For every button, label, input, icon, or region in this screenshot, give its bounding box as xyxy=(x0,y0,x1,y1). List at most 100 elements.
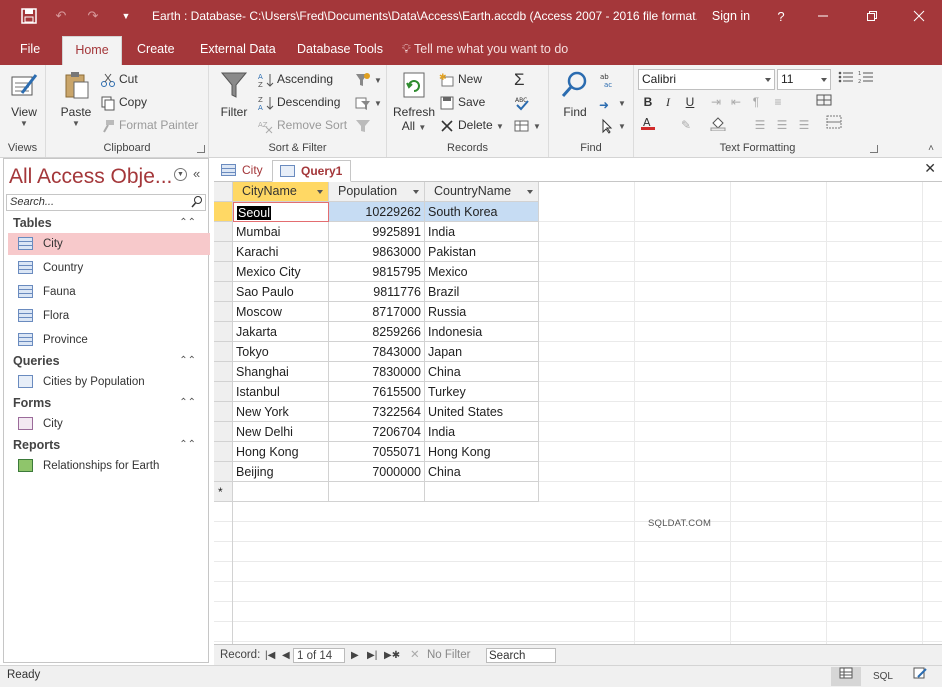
table-cell[interactable]: India xyxy=(425,422,539,442)
nav-search-input[interactable]: Search... xyxy=(6,194,206,211)
table-cell[interactable]: China xyxy=(425,362,539,382)
table-cell[interactable]: New Delhi xyxy=(233,422,329,442)
table-cell[interactable]: 7830000 xyxy=(329,362,425,382)
select-all-corner[interactable] xyxy=(214,182,233,202)
nav-item-table-country[interactable]: Country xyxy=(8,257,210,279)
table-cell[interactable]: Russia xyxy=(425,302,539,322)
table-cell[interactable]: Karachi xyxy=(233,242,329,262)
tab-home[interactable]: Home xyxy=(62,36,122,65)
table-cell[interactable]: Mexico City xyxy=(233,262,329,282)
tab-file[interactable]: File xyxy=(10,36,50,65)
new-record-nav-icon[interactable]: ▶✱ xyxy=(384,648,400,663)
record-selector[interactable] xyxy=(214,402,233,422)
table-cell[interactable]: 7615500 xyxy=(329,382,425,402)
align-left-icon[interactable]: ☰ xyxy=(750,115,770,135)
paste-button[interactable]: Paste ▼ xyxy=(56,69,96,128)
sign-in-link[interactable]: Sign in xyxy=(711,0,751,32)
redo-icon[interactable]: ↷ xyxy=(80,0,106,32)
cut-button[interactable]: Cut xyxy=(100,69,138,89)
table-cell[interactable]: Shanghai xyxy=(233,362,329,382)
table-cell[interactable]: 7206704 xyxy=(329,422,425,442)
table-cell[interactable]: 9815795 xyxy=(329,262,425,282)
table-cell[interactable]: 8259266 xyxy=(329,322,425,342)
bold-button[interactable]: B xyxy=(638,92,658,112)
tell-me-box[interactable]: 💡︎ Tell me what you want to do xyxy=(402,36,568,65)
nav-group-reports[interactable]: Reports ⌃⌃ xyxy=(4,435,208,455)
font-size-combo[interactable]: 11 xyxy=(777,69,831,90)
delete-record-button[interactable]: Delete ▼ xyxy=(439,115,504,135)
record-selector[interactable] xyxy=(214,462,233,482)
record-selector[interactable] xyxy=(214,342,233,362)
record-selector[interactable] xyxy=(214,382,233,402)
more-records-button[interactable]: ▼ xyxy=(514,115,541,135)
close-document-icon[interactable]: ✕ xyxy=(924,160,936,177)
toggle-filter-button[interactable] xyxy=(355,115,374,135)
go-to-button[interactable]: ➜ ▼ xyxy=(599,92,626,112)
collapse-ribbon-icon[interactable]: ˄ xyxy=(928,143,934,154)
record-selector[interactable] xyxy=(214,362,233,382)
record-selector[interactable] xyxy=(214,282,233,302)
nav-item-table-city[interactable]: City xyxy=(8,233,210,255)
table-cell[interactable]: Indonesia xyxy=(425,322,539,342)
table-cell[interactable]: Beijing xyxy=(233,462,329,482)
clipboard-launcher-icon[interactable] xyxy=(197,145,205,153)
datasheet-view-icon[interactable] xyxy=(831,667,861,686)
replace-button[interactable]: ab ac xyxy=(599,69,618,89)
record-selector[interactable] xyxy=(214,302,233,322)
format-painter-button[interactable]: Format Painter xyxy=(100,115,198,135)
nav-group-forms[interactable]: Forms ⌃⌃ xyxy=(4,393,208,413)
table-cell[interactable]: Japan xyxy=(425,342,539,362)
totals-button[interactable]: Σ xyxy=(514,69,533,89)
record-selector[interactable] xyxy=(214,422,233,442)
italic-button[interactable]: I xyxy=(658,92,678,112)
table-cell[interactable]: Sao Paulo xyxy=(233,282,329,302)
nav-menu-chevron-icon[interactable]: ▼ xyxy=(174,168,187,181)
bullets-icon[interactable] xyxy=(836,70,856,90)
record-selector[interactable] xyxy=(214,442,233,462)
nav-item-form-city[interactable]: City xyxy=(8,413,210,435)
close-window-icon[interactable] xyxy=(896,0,942,32)
align-icon[interactable]: ≡ xyxy=(768,92,788,112)
highlight-icon[interactable]: ✎ xyxy=(676,115,696,135)
undo-icon[interactable]: ↶ xyxy=(48,0,74,32)
record-selector[interactable] xyxy=(214,242,233,262)
refresh-all-button[interactable]: Refresh All ▼ xyxy=(393,69,435,133)
record-selector[interactable] xyxy=(214,482,233,502)
save-record-button[interactable]: Save xyxy=(439,92,485,112)
table-cell[interactable]: Istanbul xyxy=(233,382,329,402)
ascending-button[interactable]: A Z Ascending xyxy=(258,69,333,89)
tab-external-data[interactable]: External Data xyxy=(190,36,286,65)
underline-button[interactable]: U xyxy=(680,92,700,112)
column-header-population[interactable]: Population xyxy=(329,182,425,202)
text-formatting-launcher-icon[interactable] xyxy=(870,145,878,153)
restore-icon[interactable] xyxy=(849,0,895,32)
table-cell[interactable]: Jakarta xyxy=(233,322,329,342)
table-cell[interactable]: 7843000 xyxy=(329,342,425,362)
table-cell[interactable]: 10229262 xyxy=(329,202,425,222)
record-search-input[interactable]: Search xyxy=(486,648,556,663)
view-button[interactable]: View ▼ xyxy=(6,69,42,128)
decrease-indent-icon[interactable]: ⇤ xyxy=(726,92,746,112)
align-right-icon[interactable]: ☰ xyxy=(794,115,814,135)
table-cell[interactable]: Turkey xyxy=(425,382,539,402)
doc-tab-query1[interactable]: Query1 xyxy=(272,160,352,182)
next-record-icon[interactable]: ▶ xyxy=(351,648,359,663)
record-selector[interactable] xyxy=(214,202,233,222)
record-selector[interactable] xyxy=(214,222,233,242)
table-cell[interactable]: New York xyxy=(233,402,329,422)
table-cell[interactable]: Seoul xyxy=(233,202,329,222)
tab-create[interactable]: Create xyxy=(127,36,185,65)
nav-item-query-cities-by-population[interactable]: Cities by Population xyxy=(8,371,210,393)
alternate-row-color-icon[interactable] xyxy=(824,115,844,135)
doc-tab-city[interactable]: City xyxy=(214,160,271,182)
fill-color-icon[interactable] xyxy=(708,115,728,135)
nav-group-queries[interactable]: Queries ⌃⌃ xyxy=(4,351,208,371)
chevron-down-icon[interactable] xyxy=(317,190,323,194)
previous-record-icon[interactable]: ◀ xyxy=(282,648,290,663)
spelling-button[interactable]: ABC xyxy=(514,92,533,112)
selection-filter-button[interactable]: ▼ xyxy=(355,69,382,89)
descending-button[interactable]: Z A Descending xyxy=(258,92,340,112)
remove-sort-button[interactable]: AZ Remove Sort xyxy=(258,115,347,135)
font-color-icon[interactable]: A xyxy=(638,115,658,135)
table-cell[interactable]: Pakistan xyxy=(425,242,539,262)
